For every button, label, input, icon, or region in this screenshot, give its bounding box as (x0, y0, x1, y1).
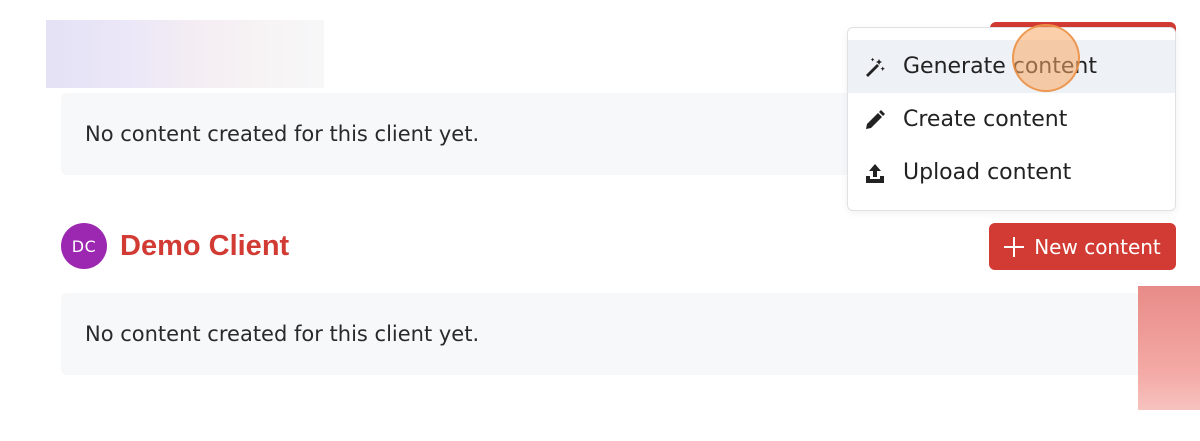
client-header: DC Demo Client (61, 223, 289, 269)
menu-item-label: Create content (903, 107, 1068, 132)
menu-item-upload-content[interactable]: Upload content (848, 146, 1175, 199)
menu-item-create-content[interactable]: Create content (848, 93, 1175, 146)
upload-icon (864, 162, 886, 184)
new-content-dropdown: Generate content Create content Upload c… (847, 27, 1176, 211)
magic-wand-icon (864, 56, 886, 78)
menu-item-generate-content[interactable]: Generate content (848, 40, 1175, 93)
menu-item-label: Upload content (903, 160, 1072, 185)
new-content-button[interactable]: New content (989, 223, 1176, 270)
client-name[interactable]: Demo Client (120, 230, 289, 263)
empty-state-text: No content created for this client yet. (85, 322, 480, 346)
blurred-region (1138, 286, 1200, 410)
content-panel: No content created for this client yet. (61, 293, 1176, 375)
blurred-client-header (46, 20, 324, 88)
pencil-icon (864, 109, 886, 131)
empty-state-text: No content created for this client yet. (85, 122, 480, 146)
plus-icon (1004, 236, 1025, 257)
avatar: DC (61, 223, 107, 269)
menu-item-label: Generate content (903, 54, 1097, 79)
new-content-label: New content (1034, 234, 1161, 259)
